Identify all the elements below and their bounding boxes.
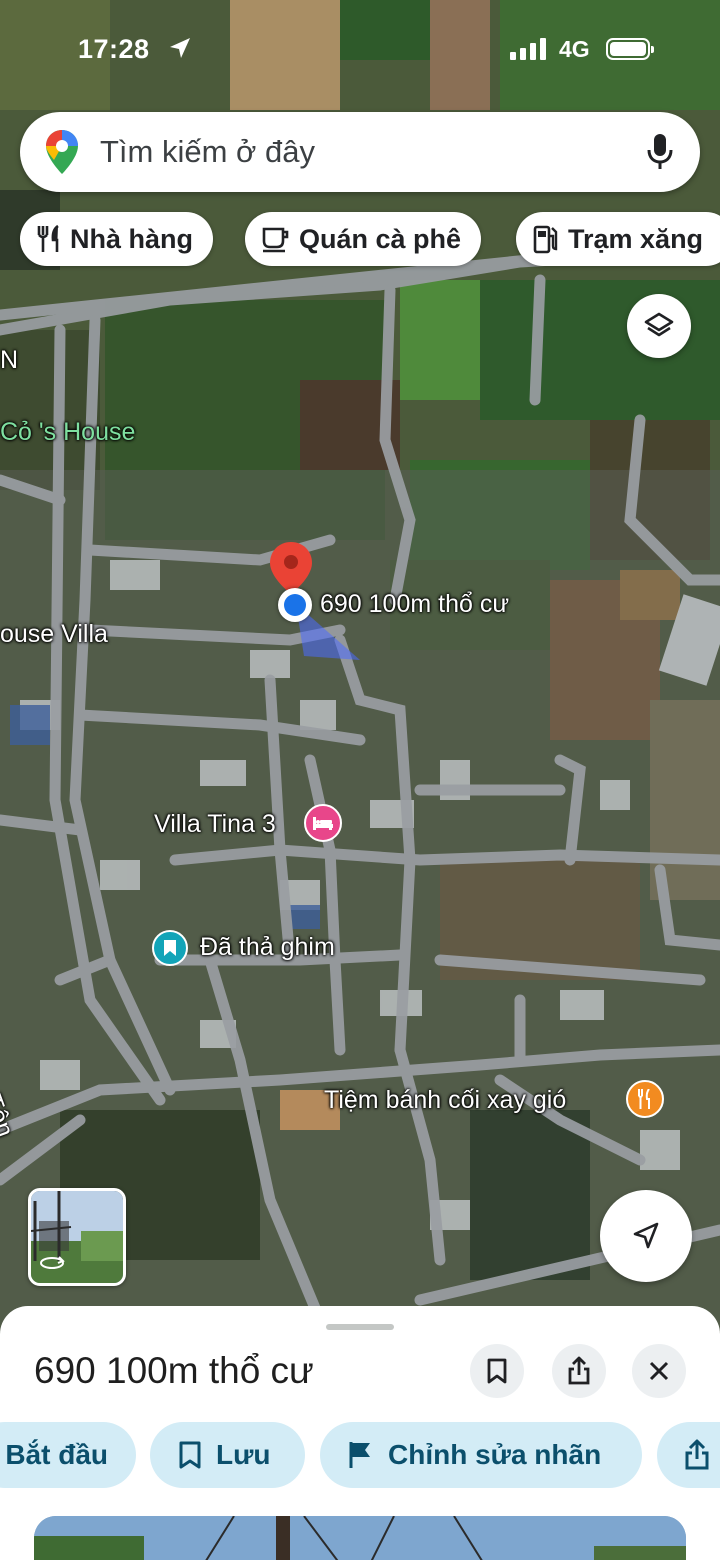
red-pin-icon[interactable] <box>270 542 312 594</box>
navigation-arrow-icon <box>633 1222 659 1249</box>
close-button[interactable] <box>632 1344 686 1398</box>
bookmark-icon <box>487 1358 507 1384</box>
share-icon <box>685 1439 709 1470</box>
layers-button[interactable] <box>627 294 691 358</box>
current-location-dot <box>278 588 312 622</box>
share-icon-button[interactable] <box>552 1344 606 1398</box>
google-maps-logo-icon <box>46 130 78 174</box>
place-title: 690 100m thổ cư <box>34 1350 314 1391</box>
hotel-icon[interactable] <box>304 804 342 842</box>
my-location-button[interactable] <box>600 1190 692 1282</box>
chip-restaurant-label: Nhà hàng <box>70 223 194 254</box>
map-label-house-villa[interactable]: ouse Villa <box>0 620 108 649</box>
map-label-co-house[interactable]: Cỏ 's House <box>0 418 135 447</box>
status-bar: 17:28 4G <box>0 28 720 72</box>
share-action-button[interactable] <box>657 1422 720 1488</box>
restaurant-pin-icon[interactable] <box>626 1080 664 1118</box>
network-type: 4G <box>559 36 590 62</box>
cellular-signal-icon <box>510 38 546 60</box>
search-placeholder[interactable]: Tìm kiếm ở đây <box>100 134 315 170</box>
pinned-bookmark-icon[interactable] <box>152 930 188 966</box>
status-time: 17:28 <box>78 34 150 64</box>
map-label-bakery[interactable]: Tiệm bánh cối xay gió <box>324 1086 566 1115</box>
chip-gas-station[interactable]: Trạm xăng <box>516 212 720 266</box>
chip-cafe[interactable]: Quán cà phê <box>245 212 482 266</box>
start-button[interactable]: Bắt đầu <box>0 1422 136 1488</box>
restaurant-icon <box>37 224 59 252</box>
bookmark-icon <box>179 1441 201 1469</box>
microphone-icon[interactable] <box>646 132 674 172</box>
location-services-icon <box>170 38 190 58</box>
start-label: Bắt đầu <box>5 1439 108 1470</box>
rotate-360-icon <box>40 1256 65 1269</box>
chip-gas-station-label: Trạm xăng <box>568 223 704 254</box>
gas-station-icon <box>533 225 558 254</box>
place-bottom-sheet[interactable]: 690 100m thổ cư Bắt đầu Lưu Chỉnh sửa nh… <box>0 1306 720 1560</box>
map-view[interactable]: N Cỏ 's House ouse Villa 690 100m thổ cư… <box>0 0 720 1330</box>
chip-restaurant[interactable]: Nhà hàng <box>20 212 214 266</box>
category-chips: Nhà hàng Quán cà phê Trạm xăng <box>0 212 720 268</box>
cafe-icon <box>262 227 289 253</box>
map-label-pinned[interactable]: Đã thả ghim <box>200 933 335 962</box>
battery-icon <box>606 38 654 60</box>
map-label-n: N <box>0 346 19 374</box>
map-label-selected-place[interactable]: 690 100m thổ cư <box>320 590 509 619</box>
save-icon-button[interactable] <box>470 1344 524 1398</box>
flag-icon <box>349 1442 370 1468</box>
save-label: Lưu <box>216 1439 271 1470</box>
share-icon <box>568 1356 590 1385</box>
search-bar[interactable]: Tìm kiếm ở đây <box>20 112 700 192</box>
edit-label-label: Chỉnh sửa nhãn <box>388 1439 602 1470</box>
save-button[interactable]: Lưu <box>150 1422 305 1488</box>
street-view-thumbnail[interactable] <box>28 1188 126 1286</box>
edit-label-button[interactable]: Chỉnh sửa nhãn <box>320 1422 642 1488</box>
action-chips-row: Bắt đầu Lưu Chỉnh sửa nhãn <box>0 1422 720 1492</box>
sheet-drag-handle[interactable] <box>326 1324 394 1330</box>
place-photo[interactable] <box>34 1516 686 1560</box>
chip-cafe-label: Quán cà phê <box>299 223 462 254</box>
close-icon <box>649 1361 669 1381</box>
layers-icon <box>644 312 674 337</box>
map-label-villa-tina[interactable]: Villa Tina 3 <box>154 810 276 839</box>
